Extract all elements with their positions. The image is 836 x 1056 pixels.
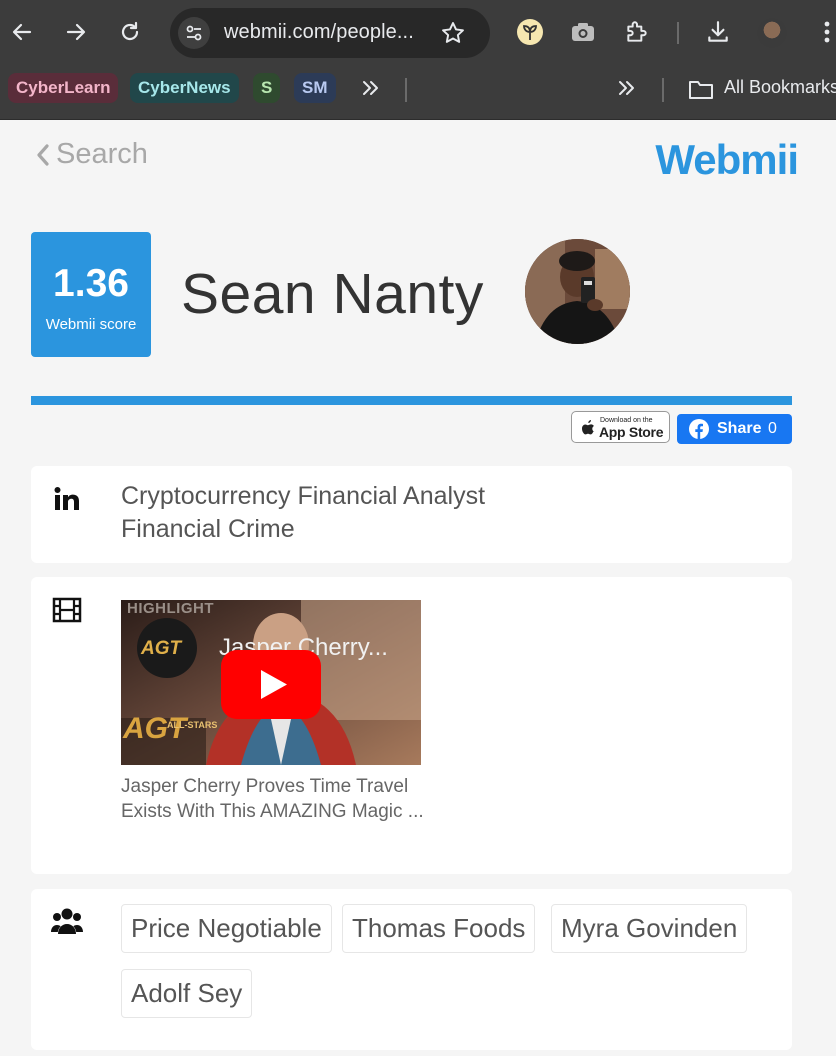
score-label: Webmii score bbox=[45, 316, 137, 333]
extension-leaf-icon[interactable] bbox=[515, 17, 545, 47]
bookmarks-overflow-icon[interactable] bbox=[361, 79, 381, 102]
all-bookmarks-label[interactable]: All Bookmarks bbox=[724, 77, 836, 98]
toolbar-divider bbox=[677, 22, 679, 44]
related-tag[interactable]: Price Negotiable bbox=[121, 904, 332, 953]
profile-divider-bar bbox=[31, 396, 792, 405]
profile-photo[interactable] bbox=[525, 239, 630, 344]
bookmark-star-icon[interactable] bbox=[440, 20, 466, 51]
bookmarks-bar: CyberLearn CyberNews S SM All Bookmarks bbox=[0, 66, 836, 120]
webmii-logo[interactable]: Webmii bbox=[655, 136, 799, 184]
download-icon[interactable] bbox=[703, 17, 733, 47]
browser-toolbar: webmii.com/people... bbox=[0, 0, 836, 66]
back-arrow-icon[interactable] bbox=[7, 17, 37, 47]
youtube-play-icon[interactable] bbox=[221, 650, 321, 724]
score-value: 1.36 bbox=[53, 262, 129, 305]
related-tag[interactable]: Myra Govinden bbox=[551, 904, 748, 953]
address-bar[interactable]: webmii.com/people... bbox=[170, 8, 490, 58]
related-tag[interactable]: Adolf Sey bbox=[121, 969, 253, 1018]
profile-avatar-icon[interactable] bbox=[757, 18, 787, 48]
webmii-score-box: 1.36 Webmii score bbox=[31, 232, 151, 357]
film-icon bbox=[51, 595, 83, 625]
share-label: Share bbox=[717, 420, 762, 437]
chevron-left-icon bbox=[37, 143, 49, 166]
bookmark-sm[interactable]: SM bbox=[294, 73, 336, 103]
url-text[interactable]: webmii.com/people... bbox=[224, 21, 414, 44]
share-count: 0 bbox=[768, 420, 777, 437]
apple-icon bbox=[582, 420, 595, 435]
site-settings-icon[interactable] bbox=[178, 17, 210, 49]
video-caption[interactable]: Jasper Cherry Proves Time Travel Exists … bbox=[121, 774, 431, 824]
agt-allstars-label: ALL-STARS bbox=[167, 720, 218, 730]
users-icon bbox=[51, 906, 83, 936]
bookmarks-overflow-right-icon[interactable] bbox=[617, 79, 637, 102]
back-label: Search bbox=[56, 138, 148, 170]
linkedin-icon bbox=[51, 484, 83, 514]
camera-icon[interactable] bbox=[568, 17, 598, 47]
related-tag[interactable]: Thomas Foods bbox=[342, 904, 536, 953]
bookmark-cyberlearn[interactable]: CyberLearn bbox=[8, 73, 119, 103]
forward-arrow-icon[interactable] bbox=[61, 17, 91, 47]
agt-channel-logo: AGT bbox=[141, 638, 182, 659]
app-store-label: App Store bbox=[599, 424, 664, 440]
webmii-page: Search Webmii 1.36 Webmii score Sean Nan… bbox=[0, 120, 836, 1056]
bookmark-cybernews[interactable]: CyberNews bbox=[130, 73, 239, 103]
reload-icon[interactable] bbox=[115, 17, 145, 47]
related-people-card: Price Negotiable Thomas Foods Myra Govin… bbox=[31, 889, 792, 1050]
video-highlight-label: HIGHLIGHT bbox=[127, 600, 214, 617]
app-store-small-label: Download on the bbox=[600, 417, 653, 424]
app-store-button[interactable]: Download on the App Store bbox=[571, 411, 670, 443]
bookmark-s[interactable]: S bbox=[253, 73, 281, 103]
back-to-search-link[interactable]: Search bbox=[36, 138, 148, 171]
folder-icon[interactable] bbox=[688, 78, 714, 105]
extensions-puzzle-icon[interactable] bbox=[622, 17, 652, 47]
video-card: HIGHLIGHT AGT Jasper Cherry... AGT ALL-S… bbox=[31, 577, 792, 874]
facebook-icon bbox=[689, 419, 709, 439]
video-thumbnail[interactable]: HIGHLIGHT AGT Jasper Cherry... AGT ALL-S… bbox=[121, 600, 421, 765]
linkedin-card: Cryptocurrency Financial Analyst Financi… bbox=[31, 466, 792, 563]
job-title[interactable]: Cryptocurrency Financial Analyst bbox=[121, 482, 485, 511]
person-name: Sean Nanty bbox=[181, 262, 484, 326]
bookmarks-divider bbox=[662, 78, 664, 102]
bookmarks-divider bbox=[405, 78, 407, 102]
menu-kebab-icon[interactable] bbox=[812, 17, 836, 47]
job-subtitle[interactable]: Financial Crime bbox=[121, 515, 295, 544]
facebook-share-button[interactable]: Share 0 bbox=[677, 414, 792, 444]
